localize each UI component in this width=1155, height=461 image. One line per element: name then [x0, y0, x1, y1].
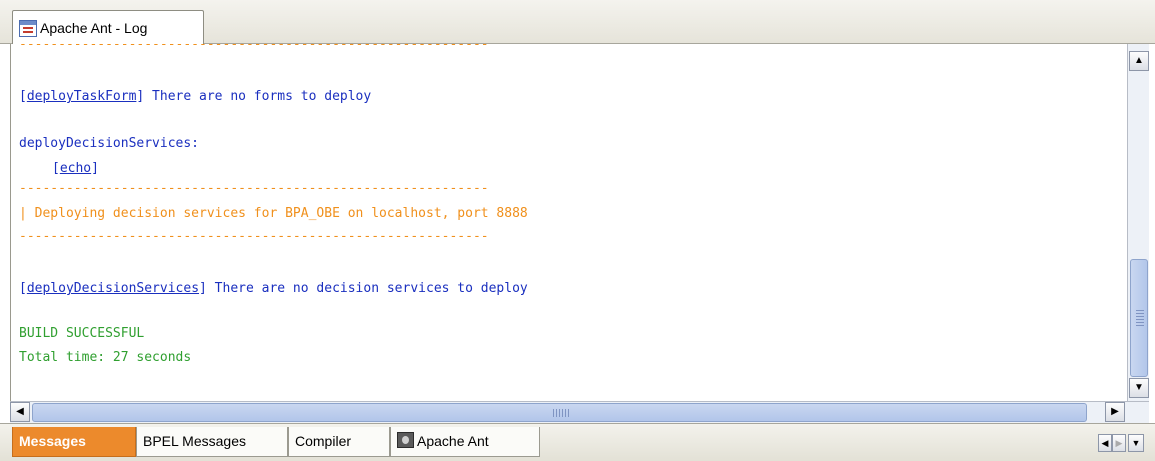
- bracket-open: [: [19, 281, 27, 296]
- log-line-banner: | Deploying decision services for BPA_OB…: [19, 206, 528, 221]
- grip-icon: [553, 409, 571, 417]
- tabs-scroll-right-button[interactable]: ▶: [1112, 434, 1126, 452]
- log-line-deploy-decision-services: [deployDecisionServices] There are no de…: [19, 280, 528, 298]
- vertical-scroll-thumb[interactable]: [1130, 259, 1148, 377]
- bracket-close: ]: [199, 281, 207, 296]
- separator-line: ----------------------------------------…: [19, 44, 489, 52]
- top-tab-strip: Apache Ant - Log: [0, 0, 1155, 45]
- tab-label: Apache Ant: [417, 433, 489, 449]
- tab-label: Compiler: [295, 433, 352, 449]
- target-link-echo[interactable]: echo: [60, 161, 91, 176]
- log-line-deploy-task-form: [deployTaskForm] There are no forms to d…: [19, 88, 371, 106]
- log-line-target-header: deployDecisionServices:: [19, 136, 200, 151]
- tabs-scroll-left-button[interactable]: ◀: [1098, 434, 1112, 452]
- bracket-open: [: [52, 161, 60, 176]
- tab-apache-ant[interactable]: Apache Ant: [390, 427, 540, 457]
- tab-label: Messages: [19, 433, 86, 449]
- scroll-left-button[interactable]: ◀: [10, 402, 30, 422]
- log-icon: [19, 19, 37, 37]
- bracket-open: [: [19, 89, 27, 104]
- horizontal-scrollbar[interactable]: ◀ ▶: [10, 401, 1149, 423]
- bottom-tab-strip: Messages BPEL Messages Compiler Apache A…: [0, 423, 1155, 461]
- tab-compiler[interactable]: Compiler: [288, 427, 390, 457]
- scroll-down-button[interactable]: ▼: [1129, 378, 1149, 398]
- target-link-deploy-decision-services[interactable]: deployDecisionServices: [27, 281, 199, 296]
- target-link-deploy-task-form[interactable]: deployTaskForm: [27, 89, 137, 104]
- log-message: There are no decision services to deploy: [206, 281, 528, 296]
- ant-icon: [397, 432, 414, 449]
- tab-label: Apache Ant - Log: [40, 20, 148, 36]
- scroll-right-button[interactable]: ▶: [1105, 402, 1125, 422]
- tab-bpel-messages[interactable]: BPEL Messages: [136, 427, 288, 457]
- log-output[interactable]: ----------------------------------------…: [10, 44, 1127, 401]
- grip-icon: [1136, 310, 1144, 328]
- scroll-up-button[interactable]: ▲: [1129, 51, 1149, 71]
- log-line-echo: [echo]: [52, 160, 99, 178]
- bracket-close: ]: [91, 161, 99, 176]
- tab-messages[interactable]: Messages: [12, 427, 136, 457]
- separator-line: ----------------------------------------…: [19, 229, 489, 244]
- separator-line: ----------------------------------------…: [19, 181, 489, 196]
- vertical-scrollbar[interactable]: ▲ ▼: [1127, 44, 1149, 401]
- log-message: There are no forms to deploy: [144, 89, 372, 104]
- total-time: Total time: 27 seconds: [19, 350, 192, 365]
- horizontal-scroll-thumb[interactable]: [32, 403, 1087, 422]
- tabs-menu-button[interactable]: ▼: [1128, 434, 1144, 452]
- tab-label: BPEL Messages: [143, 433, 246, 449]
- tab-apache-ant-log[interactable]: Apache Ant - Log: [12, 10, 204, 45]
- build-status: BUILD SUCCESSFUL: [19, 326, 145, 341]
